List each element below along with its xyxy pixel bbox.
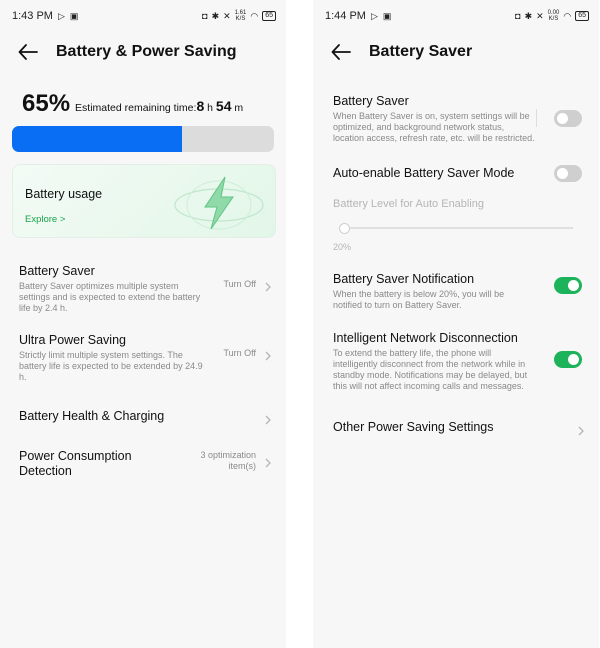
item-title: Battery Saver [19,264,95,278]
battery-indicator: 65 [575,11,589,21]
wifi-icon: ◠ [250,10,259,21]
back-arrow-icon[interactable] [18,44,38,60]
setting-title: Intelligent Network Disconnection [333,331,518,345]
setting-title: Other Power Saving Settings [333,420,494,434]
chevron-right-icon [264,279,272,292]
slider-value: 20% [333,242,352,252]
lightning-icon [167,171,267,238]
chevron-right-icon [577,423,585,436]
remaining-time: Estimated remaining time:8 h 54 m [75,98,243,114]
chevron-right-icon [264,455,272,468]
page-header: Battery & Power Saving [0,32,286,72]
battery-saver-item[interactable]: Battery Saver Battery Saver optimizes mu… [19,264,272,314]
nfc-icon: ◘ [202,10,208,21]
battery-saver-setting: Battery Saver When Battery Saver is on, … [333,94,585,144]
notification-icon: ▣ [69,10,79,21]
battery-power-saving-screen: 1:43 PM ▷ ▣ ◘ ✱ ✕ 1.61 K/S ◠ 65 Battery &… [0,0,286,648]
toggle-knob [568,280,579,291]
nfc-icon: ◘ [515,10,521,21]
setting-title: Auto-enable Battery Saver Mode [333,166,515,180]
other-power-saving-item[interactable]: Other Power Saving Settings [333,420,585,440]
explore-link[interactable]: Explore > [25,214,65,225]
status-bar: 1:43 PM ▷ ▣ ◘ ✱ ✕ 1.61 K/S ◠ 65 [0,0,286,32]
battery-percent: 65% [22,90,71,117]
setting-description: To extend the battery life, the phone wi… [333,348,528,391]
toggle-knob [557,168,568,179]
network-speed: 1.61 K/S [234,10,247,22]
back-arrow-icon[interactable] [331,44,351,60]
auto-enable-level-setting: Battery Level for Auto Enabling 20% [333,198,585,252]
item-value: Turn Off [223,279,256,289]
battery-level-slider[interactable] [339,223,573,234]
remaining-hours: 8 [196,98,205,114]
setting-title: Battery Saver [333,94,409,108]
network-disconnection-setting: Intelligent Network Disconnection To ext… [333,331,585,392]
setting-description: When Battery Saver is on, system setting… [333,111,535,143]
mute-icon: ✕ [536,10,544,21]
toggle-knob [568,354,579,365]
item-value: Turn Off [223,348,256,358]
ultra-power-saving-item[interactable]: Ultra Power Saving Strictly limit multip… [19,333,272,383]
notification-icon: ▣ [382,10,392,21]
setting-title: Battery Saver Notification [333,272,475,286]
battery-summary: 65% Estimated remaining time:8 h 54 m [22,90,286,118]
bluetooth-icon: ✱ [211,10,220,21]
notification-toggle[interactable] [554,277,582,294]
wifi-icon: ◠ [563,10,572,21]
battery-saver-toggle[interactable] [554,110,582,127]
hours-unit: h [207,102,213,114]
mute-icon: ✕ [223,10,231,21]
divider [536,109,537,127]
item-title: Power Consumption Detection [19,449,132,478]
toggle-knob [557,113,568,124]
item-title: Battery Health & Charging [19,409,165,423]
battery-indicator: 65 [262,11,276,21]
play-icon: ▷ [57,10,65,21]
network-speed: 0.00 K/S [547,10,560,22]
network-disconnection-toggle[interactable] [554,351,582,368]
status-time: 1:44 PM [325,10,366,22]
battery-usage-title: Battery usage [25,187,103,201]
setting-description: When the battery is below 20%, you will … [333,289,505,310]
battery-usage-card[interactable]: Battery usage Explore > [12,164,276,238]
slider-thumb[interactable] [339,223,350,234]
chevron-right-icon [264,412,272,425]
page-title: Battery Saver [369,43,473,60]
battery-health-item[interactable]: Battery Health & Charging [19,409,272,429]
battery-level-bar [12,126,274,152]
item-value: 3 optimization item(s) [200,450,256,471]
setting-title: Battery Level for Auto Enabling [333,198,485,210]
notification-setting: Battery Saver Notification When the batt… [333,272,585,311]
remaining-label: Estimated remaining time: [75,102,197,114]
minutes-unit: m [234,102,244,114]
item-description: Strictly limit multiple system settings.… [19,350,203,382]
battery-level-fill [12,126,183,152]
page-title: Battery & Power Saving [56,43,237,60]
battery-saver-screen: 1:44 PM ▷ ▣ ◘ ✱ ✕ 0.00 K/S ◠ 65 Battery S… [313,0,599,648]
auto-enable-toggle[interactable] [554,165,582,182]
chevron-right-icon [264,348,272,361]
auto-enable-setting: Auto-enable Battery Saver Mode [333,165,585,186]
power-consumption-item[interactable]: Power Consumption Detection 3 optimizati… [19,449,272,479]
page-header: Battery Saver [313,32,599,72]
status-time: 1:43 PM [12,10,53,22]
item-title: Ultra Power Saving [19,333,126,347]
play-icon: ▷ [370,10,378,21]
remaining-minutes: 54 [215,98,232,114]
status-bar: 1:44 PM ▷ ▣ ◘ ✱ ✕ 0.00 K/S ◠ 65 [313,0,599,32]
item-description: Battery Saver optimizes multiple system … [19,281,201,313]
bluetooth-icon: ✱ [524,10,533,21]
